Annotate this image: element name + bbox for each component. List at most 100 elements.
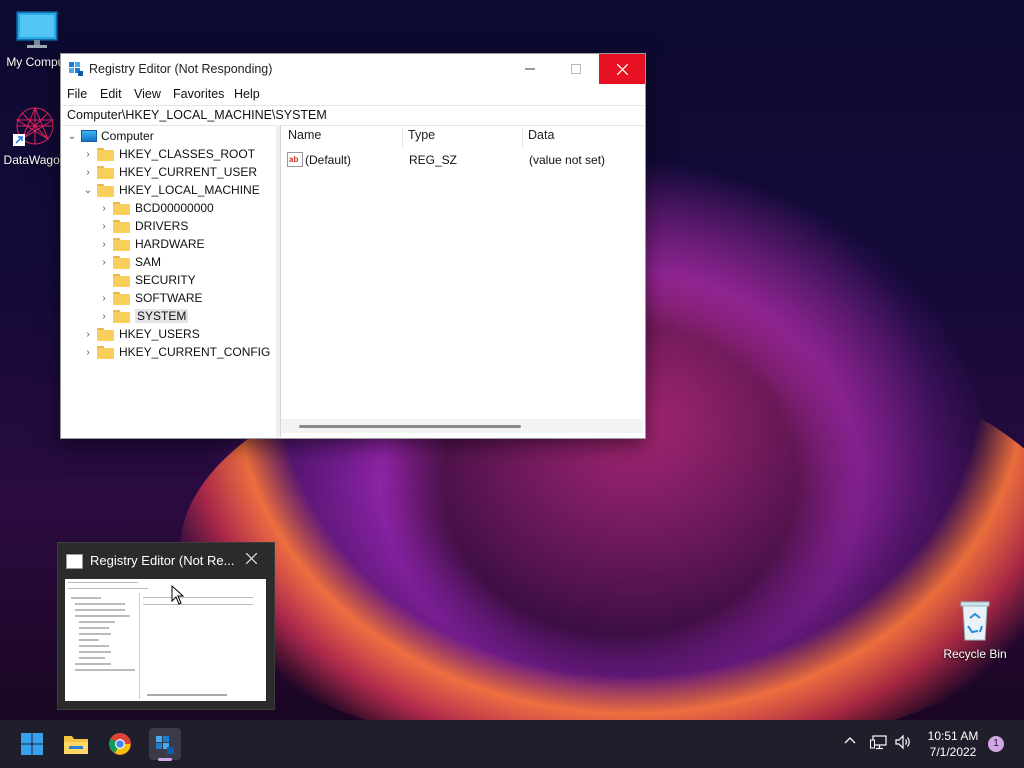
tree-item-software[interactable]: › SOFTWARE — [98, 289, 203, 307]
chevron-right-icon[interactable]: › — [98, 239, 110, 250]
registry-editor-window: Registry Editor (Not Responding) File Ed… — [60, 53, 646, 439]
column-header-type[interactable]: Type — [408, 128, 435, 148]
value-type: REG_SZ — [409, 153, 458, 167]
network-icon — [870, 735, 887, 750]
tree-item-label: BCD00000000 — [135, 201, 214, 215]
folder-icon — [97, 147, 114, 161]
registry-editor-app-icon — [66, 554, 83, 569]
table-row[interactable]: ab (Default) REG_SZ (value not set) — [285, 151, 635, 169]
menu-file[interactable]: File — [67, 87, 87, 101]
folder-icon — [113, 273, 130, 287]
show-hidden-icons-button[interactable] — [844, 735, 856, 750]
value-data: (value not set) — [529, 153, 606, 167]
tree-item-hardware[interactable]: › HARDWARE — [98, 235, 204, 253]
scrollbar-thumb[interactable] — [299, 425, 521, 428]
maximize-icon — [571, 64, 581, 74]
column-header-name[interactable]: Name — [288, 128, 321, 148]
thumbnail-close-button[interactable] — [245, 551, 258, 568]
monitor-icon — [16, 11, 58, 48]
tree-item-label-selected: SYSTEM — [135, 309, 189, 323]
recycle-bin-icon — [960, 601, 990, 641]
chevron-right-icon[interactable]: › — [98, 257, 110, 268]
tree-item-drivers[interactable]: › DRIVERS — [98, 217, 188, 235]
menu-favorites[interactable]: Favorites — [173, 87, 224, 101]
tree-item-label: HKEY_CURRENT_CONFIG — [119, 345, 271, 359]
registry-editor-app-icon — [69, 62, 83, 76]
value-name: (Default) — [305, 153, 352, 167]
svg-text:ab: ab — [289, 155, 298, 164]
tree-item-system[interactable]: › SYSTEM — [98, 307, 189, 325]
file-explorer-button[interactable] — [60, 728, 92, 760]
tree-item-label: HKEY_CLASSES_ROOT — [119, 147, 256, 161]
volume-button[interactable] — [894, 734, 912, 753]
folder-icon — [113, 201, 130, 215]
registry-editor-icon — [156, 736, 174, 754]
window-title: Registry Editor (Not Responding) — [89, 62, 273, 76]
tree-item-label: HKEY_LOCAL_MACHINE — [119, 183, 260, 197]
tree-item-hkey-local-machine[interactable]: ⌄ HKEY_LOCAL_MACHINE — [82, 181, 260, 199]
folder-icon — [64, 736, 88, 754]
notification-badge[interactable]: 1 — [988, 736, 1004, 752]
tree-item-hkey-users[interactable]: › HKEY_USERS — [82, 325, 200, 343]
chrome-button[interactable] — [104, 728, 136, 760]
menu-edit[interactable]: Edit — [100, 87, 122, 101]
horizontal-scrollbar[interactable] — [281, 419, 643, 433]
clock[interactable]: 10:51 AM 7/1/2022 — [924, 728, 982, 760]
mouse-cursor-icon — [171, 585, 185, 605]
chevron-down-icon[interactable]: ⌄ — [82, 185, 94, 196]
folder-icon — [113, 255, 130, 269]
close-icon — [245, 552, 258, 565]
taskbar-thumbnail-preview[interactable]: Registry Editor (Not Re... — [57, 542, 275, 710]
chevron-right-icon[interactable]: › — [98, 293, 110, 304]
tree-item-bcd[interactable]: › BCD00000000 — [98, 199, 214, 217]
tree-item-label: Computer — [101, 129, 154, 143]
chevron-right-icon[interactable]: › — [98, 203, 110, 214]
chrome-icon — [109, 733, 131, 755]
close-button[interactable] — [599, 54, 645, 84]
desktop-icon-recycle-bin[interactable]: Recycle Bin — [940, 596, 1010, 661]
folder-icon — [97, 165, 114, 179]
close-icon — [616, 63, 628, 75]
clock-time: 10:51 AM — [927, 729, 979, 743]
column-header-data[interactable]: Data — [528, 128, 554, 148]
network-button[interactable] — [870, 734, 888, 753]
notification-count: 1 — [993, 738, 999, 749]
title-bar[interactable]: Registry Editor (Not Responding) — [61, 54, 645, 84]
thumbnail-window-image — [65, 579, 266, 701]
tree-item-sam[interactable]: › SAM — [98, 253, 161, 271]
tree-item-hkey-current-user[interactable]: › HKEY_CURRENT_USER — [82, 163, 257, 181]
tree-item-label: SAM — [135, 255, 162, 269]
tree-item-label: SOFTWARE — [135, 291, 203, 305]
tree-item-hkey-current-config[interactable]: › HKEY_CURRENT_CONFIG — [82, 343, 270, 361]
menu-view[interactable]: View — [134, 87, 161, 101]
tree-item-computer[interactable]: ⌄ Computer — [66, 127, 154, 145]
chevron-down-icon[interactable]: ⌄ — [66, 131, 78, 142]
chevron-right-icon[interactable]: › — [82, 329, 94, 340]
chevron-right-icon[interactable]: › — [82, 347, 94, 358]
values-list: Name Type Data ab (Default) REG_SZ (valu… — [281, 125, 644, 437]
chevron-right-icon[interactable]: › — [82, 167, 94, 178]
folder-icon — [113, 237, 130, 251]
chevron-right-icon[interactable]: › — [82, 149, 94, 160]
maximize-button[interactable] — [553, 54, 599, 84]
folder-icon — [113, 219, 130, 233]
tree-item-security[interactable]: SECURITY — [98, 271, 196, 289]
folder-icon — [113, 291, 130, 305]
tree-item-hkey-classes-root[interactable]: › HKEY_CLASSES_ROOT — [82, 145, 255, 163]
tree-item-label: DRIVERS — [135, 219, 189, 233]
registry-editor-taskbar-button[interactable] — [149, 728, 181, 761]
windows-logo-icon — [21, 733, 43, 755]
address-bar[interactable]: Computer\HKEY_LOCAL_MACHINE\SYSTEM — [62, 105, 644, 126]
start-button[interactable] — [16, 728, 48, 760]
tree-item-label: SECURITY — [135, 273, 196, 287]
tree-item-label: HKEY_CURRENT_USER — [119, 165, 258, 179]
minimize-button[interactable] — [507, 54, 553, 84]
folder-icon — [97, 327, 114, 341]
menu-help[interactable]: Help — [234, 87, 260, 101]
minimize-icon — [525, 68, 535, 70]
tree-item-label: HKEY_USERS — [119, 327, 200, 341]
chevron-right-icon[interactable]: › — [98, 221, 110, 232]
thumbnail-title: Registry Editor (Not Re... — [90, 553, 235, 568]
taskbar: 10:51 AM 7/1/2022 1 — [0, 720, 1024, 768]
chevron-right-icon[interactable]: › — [98, 311, 110, 322]
